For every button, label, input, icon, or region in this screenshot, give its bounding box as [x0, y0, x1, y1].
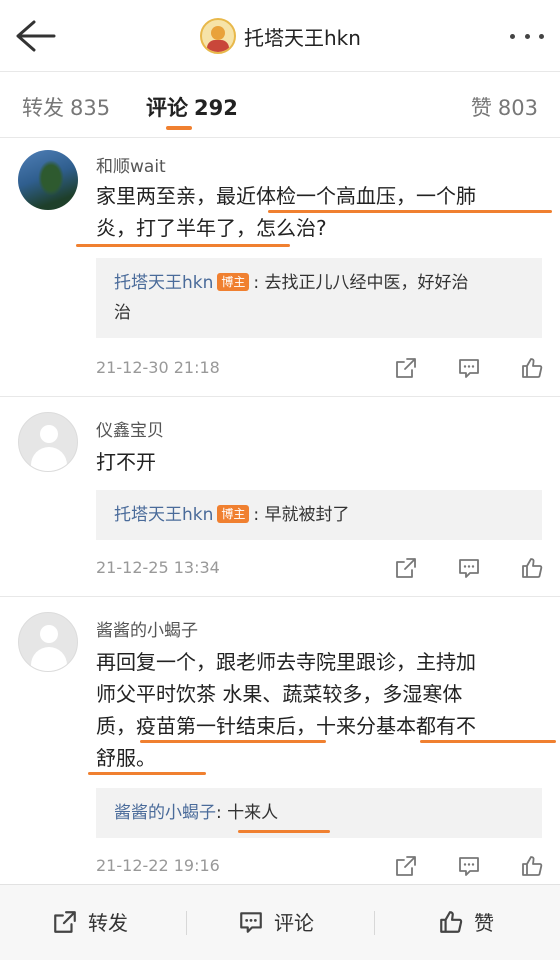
comment-text-line: 打不开	[96, 450, 156, 474]
like-button[interactable]: 赞	[438, 907, 494, 936]
back-arrow-icon[interactable]	[14, 18, 56, 54]
tab-like[interactable]: 赞 803	[471, 92, 538, 122]
divider	[0, 396, 560, 397]
reply-username[interactable]: 托塔天王hkn	[114, 273, 213, 293]
author-badge: 博主	[217, 505, 250, 523]
divider	[186, 911, 187, 935]
title-group[interactable]: 托塔天王hkn	[200, 16, 361, 56]
divider	[374, 911, 375, 935]
reply-text: : 去找正儿八经中医，好好治	[253, 273, 469, 293]
reply-text: : 早就被封了	[253, 505, 350, 525]
reply-username[interactable]: 托塔天王hkn	[114, 505, 213, 525]
reply-username[interactable]: 酱酱的小蝎子	[114, 803, 216, 823]
comment-text: 打不开	[96, 446, 546, 478]
comment-text-line: 舒服。	[96, 746, 156, 770]
share-icon[interactable]	[394, 854, 418, 878]
divider	[0, 596, 560, 597]
comment-text: 再回复一个，跟老师去寺院里跟诊，主持加 师父平时饮茶 水果、蔬菜较多，多湿寒体 …	[96, 646, 546, 774]
comment-button[interactable]: 评论	[238, 907, 314, 936]
comment-icon	[240, 911, 262, 933]
timestamp: 21-12-30 21:18	[96, 358, 220, 377]
reply-text-line: 治	[114, 303, 131, 323]
timestamp: 21-12-22 19:16	[96, 856, 220, 875]
thumbs-up-icon[interactable]	[520, 556, 544, 580]
highlight-underline	[88, 772, 206, 775]
avatar[interactable]	[18, 150, 78, 210]
active-tab-indicator	[166, 126, 192, 130]
author-avatar[interactable]	[200, 18, 236, 54]
comment-text-line: 家里两至亲，最近体检一个高血压，一个肺	[96, 184, 476, 208]
highlight-underline	[76, 244, 290, 247]
tab-bar: 转发 835 评论 292 赞 803	[0, 72, 560, 138]
author-badge: 博主	[217, 273, 250, 291]
like-label: 赞	[474, 911, 494, 935]
page-title: 托塔天王hkn	[244, 25, 361, 50]
thumbs-up-icon[interactable]	[520, 854, 544, 878]
reply-box[interactable]: 托塔天王hkn 博主: 早就被封了	[96, 490, 542, 540]
comment-text-line: 师父平时饮茶 水果、蔬菜较多，多湿寒体	[96, 682, 463, 706]
reply-box[interactable]: 托塔天王hkn 博主: 去找正儿八经中医，好好治 治	[96, 258, 542, 338]
avatar[interactable]	[18, 412, 78, 472]
highlight-underline	[140, 740, 326, 743]
top-bar: 托塔天王hkn	[0, 0, 560, 72]
comment-actions	[394, 854, 544, 880]
comment-label: 评论	[274, 911, 314, 935]
comment-username[interactable]: 仪鑫宝贝	[96, 416, 164, 441]
tab-comment-label: 评论	[146, 96, 188, 120]
repost-label: 转发	[88, 911, 128, 935]
timestamp: 21-12-25 13:34	[96, 558, 220, 577]
tab-repost[interactable]: 转发 835	[22, 92, 110, 122]
more-dots-icon[interactable]	[510, 26, 544, 46]
comment-text-line: 再回复一个，跟老师去寺院里跟诊，主持加	[96, 650, 476, 674]
tab-repost-label: 转发	[22, 96, 64, 120]
tab-comment-count: 292	[194, 96, 238, 120]
share-icon	[54, 910, 76, 933]
tab-like-count: 803	[497, 96, 538, 120]
comment-actions	[394, 356, 544, 382]
highlight-underline	[238, 830, 330, 833]
reply-text: : 十来人	[216, 803, 279, 823]
comment-icon[interactable]	[457, 556, 481, 580]
highlight-underline	[268, 210, 552, 213]
tab-comment[interactable]: 评论 292	[146, 92, 238, 122]
share-icon[interactable]	[394, 556, 418, 580]
repost-button[interactable]: 转发	[52, 907, 128, 936]
tab-like-label: 赞	[470, 96, 492, 120]
tab-repost-count: 835	[70, 96, 111, 120]
comment-actions	[394, 556, 544, 582]
avatar[interactable]	[18, 612, 78, 672]
comment-username[interactable]: 和顺wait	[96, 152, 166, 177]
share-icon[interactable]	[394, 356, 418, 380]
comment-username[interactable]: 酱酱的小蝎子	[96, 616, 198, 641]
thumbs-up-icon	[440, 910, 463, 933]
comment-icon[interactable]	[457, 854, 481, 878]
comment-text-line: 炎，打了半年了，怎么治?	[96, 216, 327, 240]
bottom-action-bar: 转发 评论 赞	[0, 884, 560, 960]
comment-icon[interactable]	[457, 356, 481, 380]
thumbs-up-icon[interactable]	[520, 356, 544, 380]
highlight-underline	[420, 740, 556, 743]
comment-text-line: 质，疫苗第一针结束后，十来分基本都有不	[96, 714, 476, 738]
